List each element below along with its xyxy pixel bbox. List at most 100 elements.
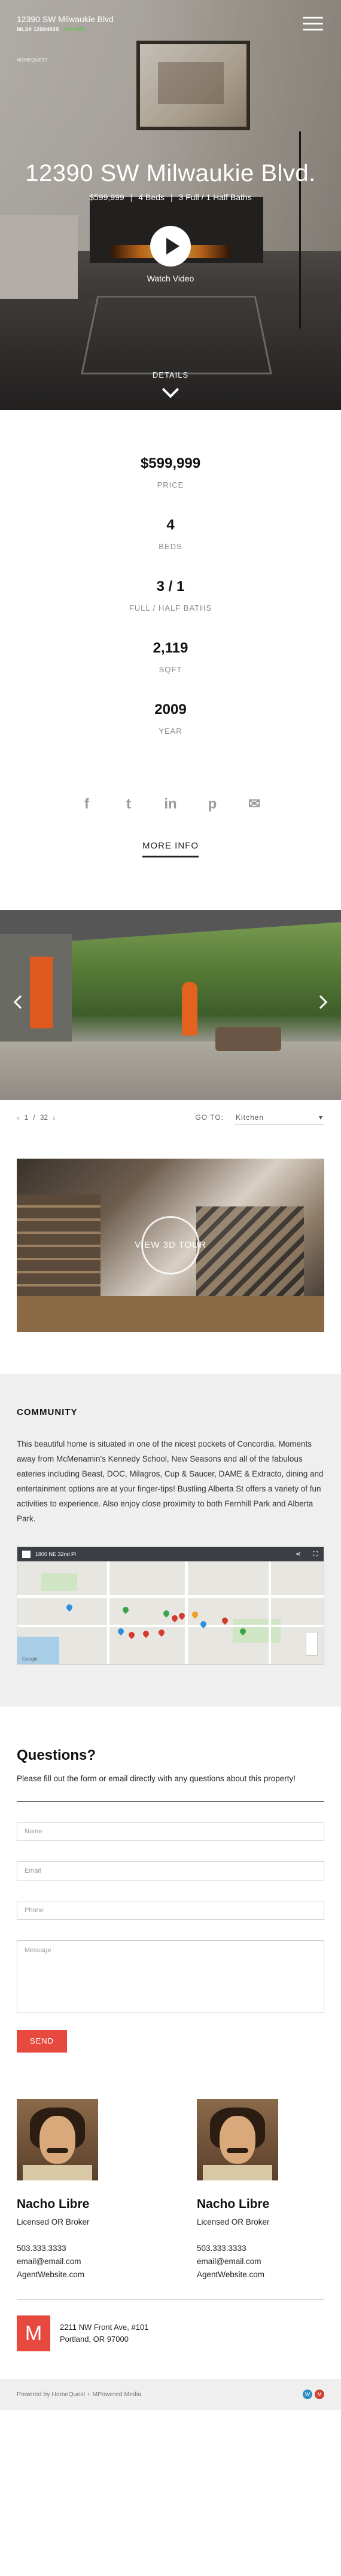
map-menu-icon[interactable]: [22, 1551, 31, 1558]
agent-website[interactable]: AgentWebsite.com: [17, 2268, 144, 2281]
map-marker-icon[interactable]: [170, 1613, 179, 1623]
facebook-icon[interactable]: f: [78, 795, 96, 813]
agent-website[interactable]: AgentWebsite.com: [197, 2268, 324, 2281]
map-title: 1800 NE 32nd Pl: [35, 1551, 77, 1557]
agent-contact: 503.333.3333 email@email.com AgentWebsit…: [197, 2242, 324, 2281]
twitter-icon[interactable]: t: [120, 795, 138, 813]
property-stats: $599,999 PRICE 4 BEDS 3 / 1 FULL / HALF …: [0, 410, 341, 857]
agent-name: Nacho Libre: [197, 2197, 270, 2211]
goto-selected-value: Kitchen: [236, 1113, 264, 1122]
virtual-tour-card[interactable]: VIEW 3D TOUR: [17, 1159, 324, 1332]
agent-contact: 503.333.3333 email@email.com AgentWebsit…: [17, 2242, 144, 2281]
contact-section: Questions? Please fill out the form or e…: [0, 1707, 341, 2053]
stat-price: $599,999 PRICE: [0, 455, 341, 489]
powered-by-link[interactable]: Powered by HomeQuest + MPowered Media: [17, 2391, 141, 2398]
agent-photo: [17, 2099, 98, 2180]
map-credit: Google: [22, 1656, 38, 1662]
social-share-bar: f t in p ✉: [0, 795, 341, 813]
share-icon[interactable]: ⋖: [296, 1547, 301, 1561]
agent-email[interactable]: email@email.com: [17, 2255, 144, 2268]
office-info: M 2211 NW Front Ave, #101 Portland, OR 9…: [0, 2300, 341, 2351]
office-address: 2211 NW Front Ave, #101 Portland, OR 970…: [60, 2321, 148, 2345]
home-marker-icon[interactable]: [190, 1610, 200, 1619]
gallery-current: 1: [24, 1113, 29, 1122]
mpowered-icon: M: [315, 2390, 324, 2399]
brokerage-logo[interactable]: M: [17, 2315, 50, 2351]
watch-video-label[interactable]: Watch Video: [0, 274, 341, 283]
agent-photo: [197, 2099, 278, 2180]
phone-field[interactable]: Phone: [17, 1901, 324, 1920]
agent-role: Licensed OR Broker: [197, 2217, 270, 2226]
message-field[interactable]: Message: [17, 1940, 324, 2013]
gallery-controls: ‹ 1 / 32 › GO TO: Kitchen ▾: [0, 1100, 341, 1135]
stat-label: PRICE: [157, 480, 184, 489]
hamburger-menu-icon[interactable]: [303, 17, 323, 32]
small-logo: HOMEQUEST: [17, 57, 48, 63]
linkedin-icon[interactable]: in: [162, 795, 179, 813]
email-field[interactable]: Email: [17, 1861, 324, 1880]
more-info-button[interactable]: MORE INFO: [142, 841, 199, 857]
stat-value: 3 / 1: [156, 578, 185, 595]
agent-email[interactable]: email@email.com: [197, 2255, 324, 2268]
map-header: 1800 NE 32nd Pl ⋖ ⛶: [17, 1547, 324, 1561]
gallery-goto: GO TO: Kitchen ▾: [195, 1111, 324, 1125]
map-marker-icon[interactable]: [157, 1628, 166, 1637]
stat-value: 2,119: [153, 640, 188, 656]
map-marker-icon[interactable]: [220, 1616, 230, 1625]
header-address: 12390 SW Milwaukie Blvd: [17, 14, 114, 24]
agent-phone[interactable]: 503.333.3333: [17, 2242, 144, 2255]
agent-phone[interactable]: 503.333.3333: [197, 2242, 324, 2255]
pagination-prev-icon[interactable]: ‹: [17, 1113, 20, 1122]
stat-value: 2009: [154, 702, 187, 718]
name-field[interactable]: Name: [17, 1822, 324, 1841]
map-marker-icon[interactable]: [162, 1609, 171, 1618]
map-marker-icon[interactable]: [127, 1630, 136, 1640]
neighborhood-map[interactable]: 1800 NE 32nd Pl ⋖ ⛶ Google: [17, 1546, 324, 1665]
agent-card: Nacho Libre Licensed OR Broker 503.333.3…: [197, 2099, 324, 2281]
map-marker-icon[interactable]: [116, 1627, 126, 1636]
goto-label: GO TO:: [195, 1113, 224, 1122]
address-line-2: Portland, OR 97000: [60, 2335, 129, 2344]
agent-name: Nacho Libre: [17, 2197, 90, 2211]
gallery-next-icon[interactable]: [313, 995, 328, 1009]
play-video-icon[interactable]: [150, 226, 191, 267]
hero-baths: 3 Full / 1 Half Baths: [178, 192, 252, 202]
address-line-1: 2211 NW Front Ave, #101: [60, 2323, 149, 2332]
fullscreen-icon[interactable]: ⛶: [313, 1547, 318, 1561]
view-3d-tour-button[interactable]: VIEW 3D TOUR: [17, 1240, 324, 1250]
stat-label: BEDS: [159, 542, 182, 551]
photo-gallery[interactable]: [0, 910, 341, 1100]
status-badge: ACTIVE: [64, 26, 86, 32]
map-marker-icon[interactable]: [141, 1629, 151, 1638]
map-marker-icon[interactable]: [121, 1605, 130, 1615]
mls-line: MLS# 12884829 ACTIVE: [17, 26, 85, 32]
stat-baths: 3 / 1 FULL / HALF BATHS: [0, 578, 341, 612]
stat-label: SQFT: [159, 665, 182, 674]
pinterest-icon[interactable]: p: [203, 795, 221, 813]
pagination-next-icon[interactable]: ›: [53, 1113, 56, 1122]
mls-number: MLS# 12884829: [17, 26, 59, 32]
hero-beds: 4 Beds: [138, 192, 165, 202]
hero-price: $599,999: [89, 192, 124, 202]
community-section: COMMUNITY This beautiful home is situate…: [0, 1374, 341, 1707]
gallery-total: 32: [39, 1113, 48, 1122]
details-link[interactable]: DETAILS: [0, 370, 341, 379]
dropdown-caret-icon: ▾: [318, 1113, 323, 1122]
map-marker-icon[interactable]: [65, 1603, 74, 1612]
send-button[interactable]: SEND: [17, 2030, 67, 2053]
agent-role: Licensed OR Broker: [17, 2217, 90, 2226]
footer: Powered by HomeQuest + MPowered Media W …: [0, 2379, 341, 2410]
email-icon[interactable]: ✉: [245, 795, 263, 813]
hero-section: 12390 SW Milwaukie Blvd MLS# 12884829 AC…: [0, 0, 341, 410]
stat-year: 2009 YEAR: [0, 702, 341, 736]
goto-room-select[interactable]: Kitchen ▾: [235, 1111, 324, 1125]
wordpress-icon: W: [303, 2390, 312, 2399]
footer-badges: W M: [303, 2390, 324, 2399]
stat-beds: 4 BEDS: [0, 517, 341, 551]
hero-title: 12390 SW Milwaukie Blvd.: [25, 160, 316, 186]
contact-heading: Questions?: [17, 1747, 96, 1763]
contact-intro: Please fill out the form or email direct…: [17, 1774, 296, 1783]
map-zoom-control[interactable]: [306, 1632, 318, 1656]
gallery-photo-chiminea: [182, 982, 197, 1036]
gallery-photo-furniture: [215, 1027, 281, 1051]
